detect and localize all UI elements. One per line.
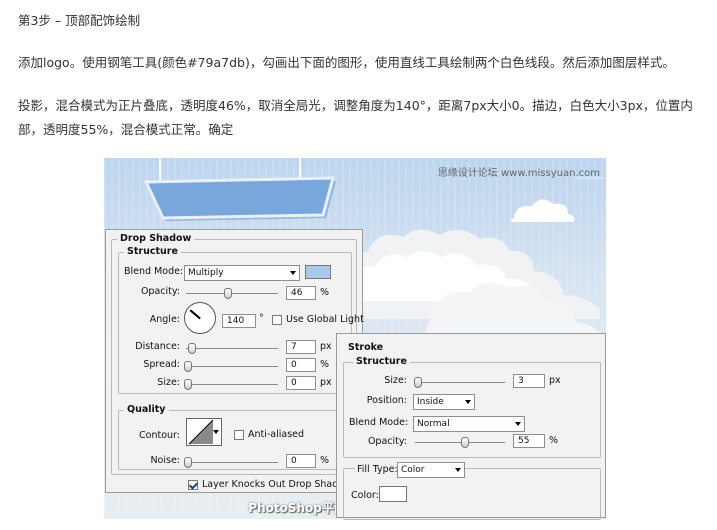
blend-mode-label: Blend Mode: xyxy=(124,266,184,277)
fill-type-label: Fill Type: xyxy=(355,464,400,475)
logo-body xyxy=(143,176,335,220)
stroke-opacity-unit: % xyxy=(549,435,559,446)
noise-field[interactable]: 0 xyxy=(286,454,316,468)
anti-aliased-label: Anti-aliased xyxy=(248,429,305,440)
stroke-blend-mode-label: Blend Mode: xyxy=(349,417,409,428)
distance-slider-thumb[interactable] xyxy=(188,343,196,354)
angle-label: Angle: xyxy=(149,314,180,325)
size-label: Size: xyxy=(157,377,180,388)
drop-shadow-structure-title: Structure xyxy=(124,246,181,257)
use-global-light-checkbox[interactable] xyxy=(272,315,282,325)
step-heading: 第3步 – 顶部配饰绘制 xyxy=(18,13,141,28)
drop-shadow-panel: Drop Shadow Structure Blend Mode: Multip… xyxy=(105,229,364,493)
contour-linear-icon xyxy=(188,419,214,445)
stroke-structure-title: Structure xyxy=(353,356,410,367)
stroke-position-select[interactable]: Inside xyxy=(413,394,475,410)
angle-unit: ° xyxy=(259,313,264,324)
stroke-size-slider-track[interactable] xyxy=(415,382,505,383)
opacity-field[interactable]: 46 xyxy=(286,286,316,300)
stroke-position-value: Inside xyxy=(417,397,444,407)
instruction-paragraph-logo: 添加logo。使用钢笔工具(颜色#79a7db)，勾画出下面的图形，使用直线工具… xyxy=(18,55,675,70)
noise-slider-track[interactable] xyxy=(186,462,278,463)
stroke-size-label: Size: xyxy=(384,375,407,386)
noise-slider-thumb[interactable] xyxy=(184,457,192,468)
stroke-blend-mode-select[interactable]: Normal xyxy=(413,416,525,432)
size-unit: px xyxy=(320,377,332,388)
stroke-blend-mode-value: Normal xyxy=(417,419,450,429)
fill-type-select[interactable]: Color xyxy=(397,462,465,478)
noise-unit: % xyxy=(320,455,330,466)
fill-type-value: Color xyxy=(401,465,425,475)
logo-banner-shape xyxy=(143,158,336,221)
chevron-down-icon xyxy=(515,422,521,426)
anti-aliased-checkbox[interactable] xyxy=(234,430,244,440)
noise-label: Noise: xyxy=(150,455,180,466)
spread-slider-thumb[interactable] xyxy=(184,361,192,372)
quality-title: Quality xyxy=(124,404,169,415)
stroke-opacity-label: Opacity: xyxy=(367,436,407,447)
stroke-size-slider-thumb[interactable] xyxy=(414,377,422,388)
chevron-down-icon xyxy=(465,400,471,404)
stroke-color-swatch[interactable] xyxy=(379,486,407,502)
angle-dial[interactable] xyxy=(184,302,216,334)
chevron-down-icon xyxy=(290,271,296,275)
chevron-down-icon xyxy=(213,430,219,434)
opacity-unit: % xyxy=(320,287,330,298)
layer-knocks-out-label: Layer Knocks Out Drop Shadow xyxy=(202,479,352,490)
blend-mode-select[interactable]: Multiply xyxy=(184,265,300,281)
blend-mode-value: Multiply xyxy=(188,268,224,278)
size-slider-thumb[interactable] xyxy=(184,379,192,390)
size-slider-track[interactable] xyxy=(186,384,278,385)
distance-unit: px xyxy=(320,341,332,352)
layer-knocks-out-checkbox[interactable] xyxy=(188,480,198,490)
distance-field[interactable]: 7 xyxy=(286,340,316,354)
spread-field[interactable]: 0 xyxy=(286,358,316,372)
opacity-label: Opacity: xyxy=(140,286,180,297)
spread-slider-track[interactable] xyxy=(186,366,278,367)
opacity-slider-thumb[interactable] xyxy=(224,288,233,299)
shadow-color-swatch[interactable] xyxy=(305,265,331,279)
stroke-opacity-slider-thumb[interactable] xyxy=(460,437,469,448)
distance-label: Distance: xyxy=(135,341,180,352)
stroke-size-unit: px xyxy=(549,375,561,386)
drop-shadow-title: Drop Shadow xyxy=(117,233,195,244)
cloud-small-top-right xyxy=(510,199,575,222)
instruction-paragraph-layer-style: 投影，混合模式为正片叠底，透明度46%，取消全局光，调整角度为140°，距离7p… xyxy=(18,98,693,137)
chevron-down-icon xyxy=(455,468,461,472)
contour-picker[interactable] xyxy=(186,418,222,446)
stroke-opacity-field[interactable]: 55 xyxy=(513,434,545,448)
spread-label: Spread: xyxy=(143,359,180,370)
angle-needle xyxy=(189,309,201,320)
stroke-position-label: Position: xyxy=(366,395,407,406)
size-field[interactable]: 0 xyxy=(286,376,316,390)
stroke-title: Stroke xyxy=(345,342,387,353)
stroke-panel: Stroke Structure Size: 3 px Position: In… xyxy=(336,333,606,520)
spread-unit: % xyxy=(320,359,330,370)
stroke-color-label: Color: xyxy=(351,490,379,501)
angle-field[interactable]: 140 xyxy=(222,314,256,328)
use-global-light-label: Use Global Light xyxy=(286,314,364,325)
stroke-size-field[interactable]: 3 xyxy=(513,374,545,388)
watermark-forum: 思缘设计论坛 www.missyuan.com xyxy=(437,168,600,179)
distance-slider-track[interactable] xyxy=(186,348,278,349)
contour-label: Contour: xyxy=(139,430,180,441)
